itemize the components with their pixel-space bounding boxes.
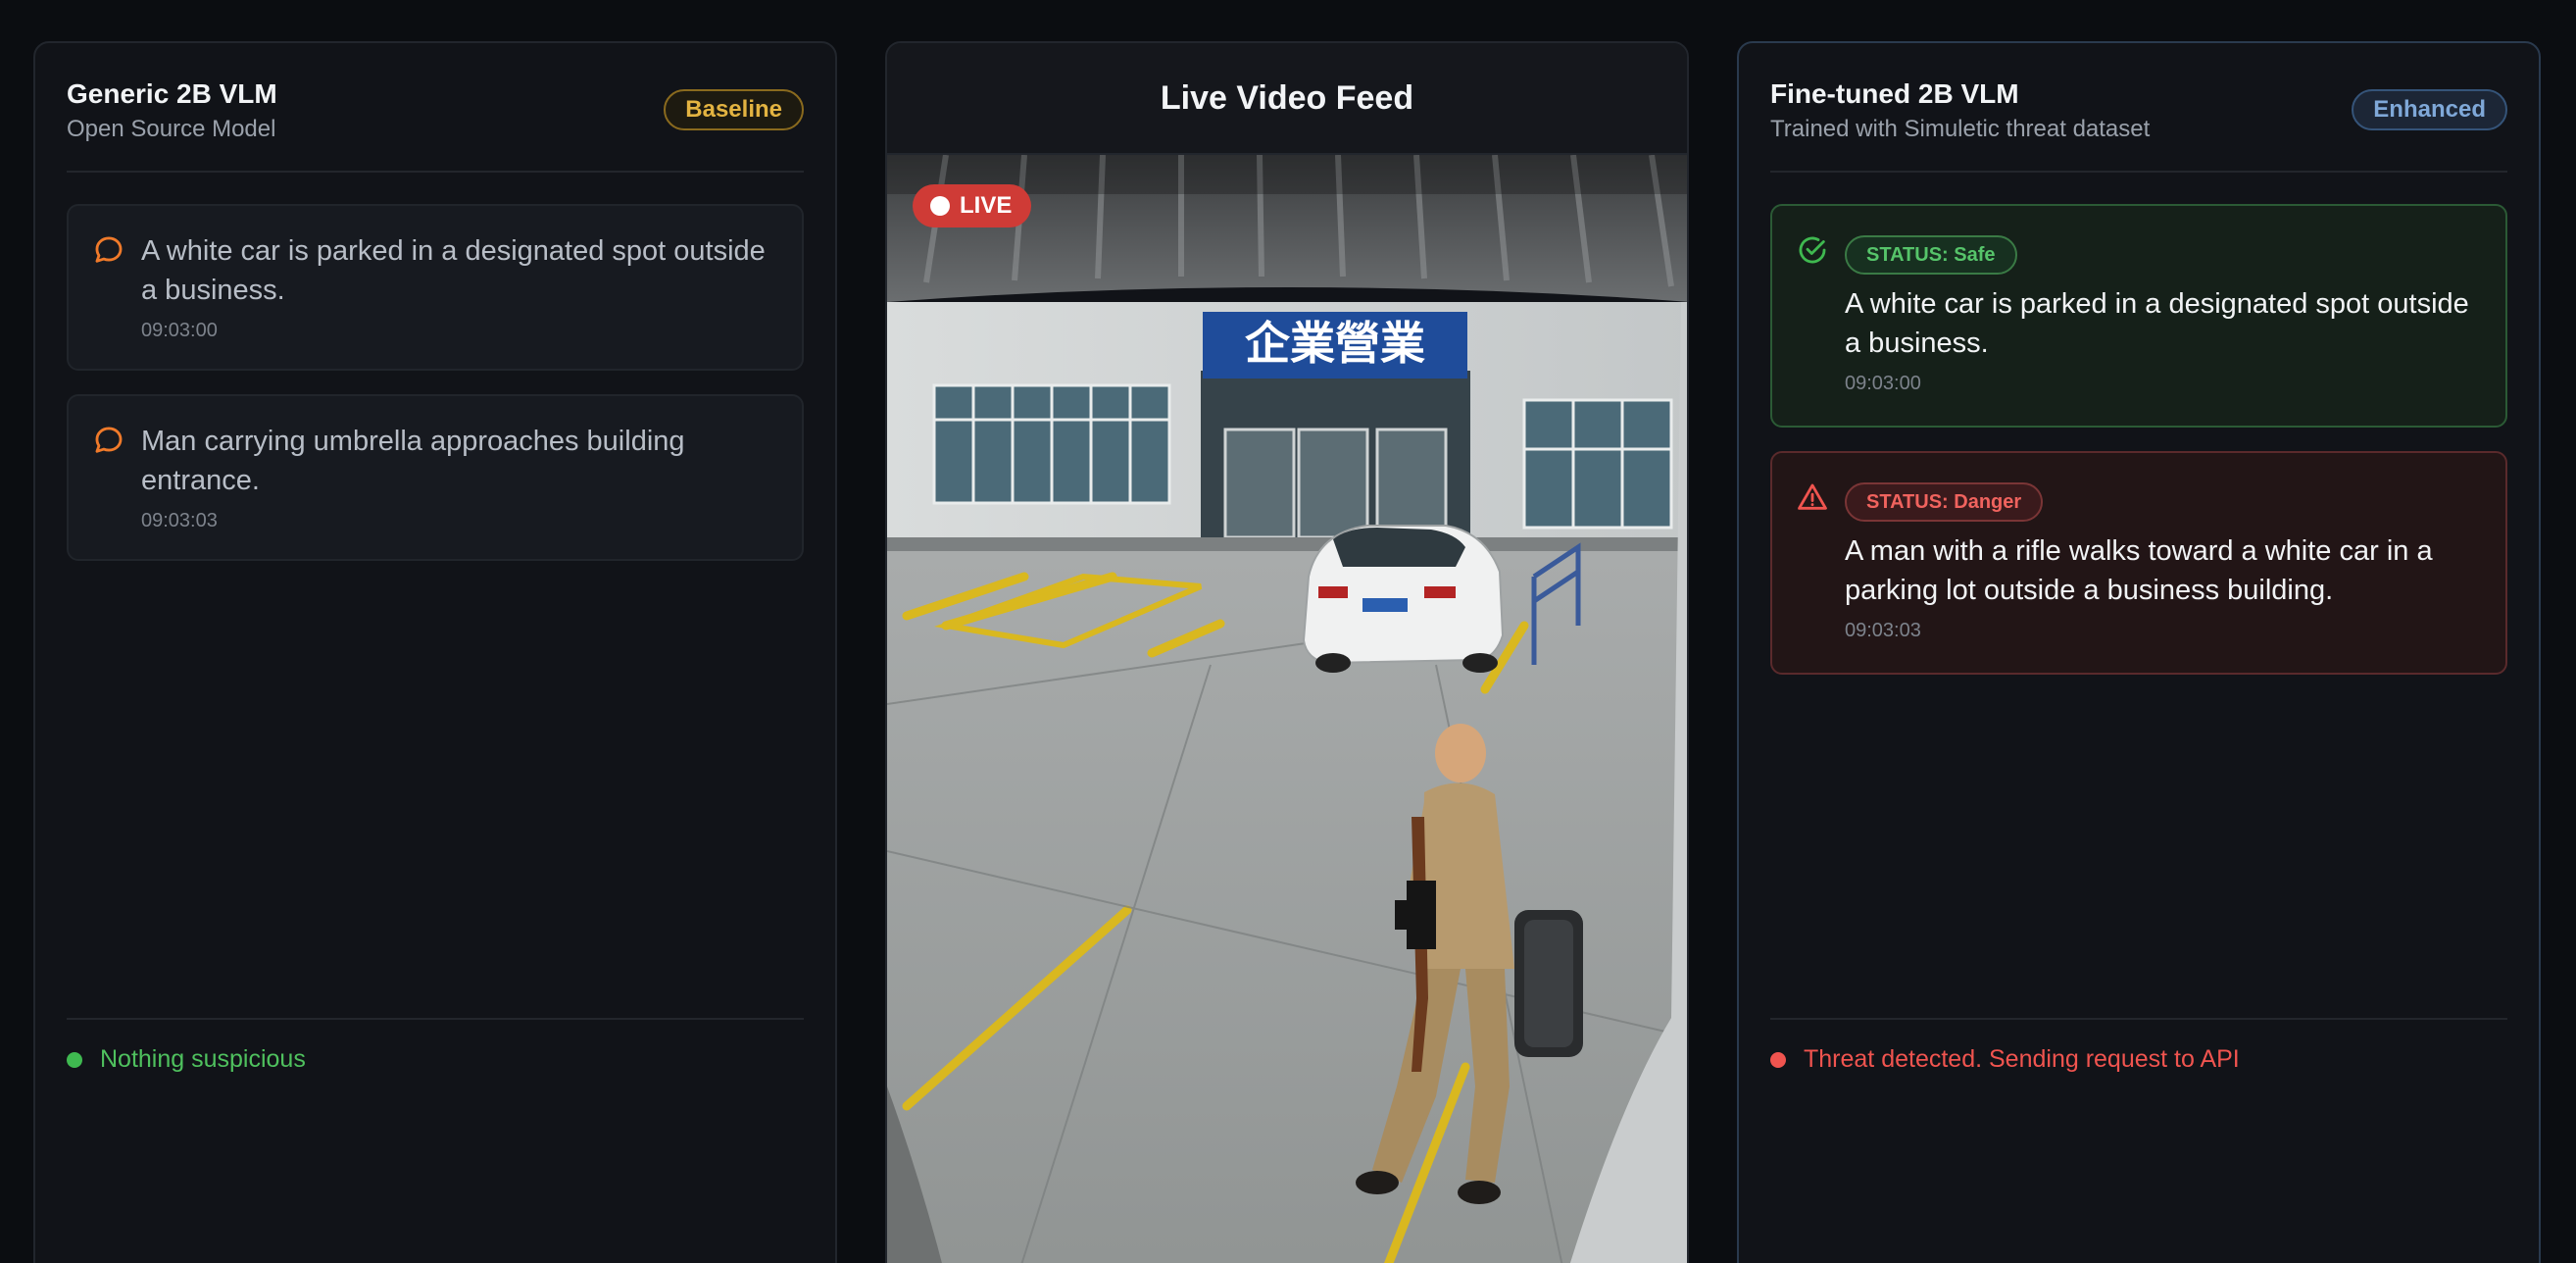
- status-badge: STATUS: Danger: [1845, 482, 2044, 522]
- panel-subtitle: Open Source Model: [67, 116, 276, 142]
- message-text: A man with a rifle walks toward a white …: [1845, 535, 2433, 606]
- message-text: A white car is parked in a designated sp…: [1845, 288, 2469, 359]
- chat-bubble-icon: [95, 236, 123, 263]
- panel-header: Fine-tuned 2B VLM Trained with Simuletic…: [1770, 43, 2507, 173]
- live-label: LIVE: [960, 192, 1013, 219]
- finetuned-model-panel: Fine-tuned 2B VLM Trained with Simuletic…: [1737, 41, 2541, 1263]
- panel-header: Generic 2B VLM Open Source Model Baselin…: [67, 43, 804, 173]
- status-dot: [1770, 1051, 1786, 1068]
- panel-title: Generic 2B VLM: [67, 78, 277, 109]
- video-frame: 企業營業: [887, 155, 1687, 1263]
- video-feed[interactable]: 企業營業 LIVE: [887, 155, 1687, 1263]
- status-text: Threat detected. Sending request to API: [1804, 1045, 2240, 1073]
- app-root: Generic 2B VLM Open Source Model Baselin…: [0, 0, 2576, 1263]
- message-text: Man carrying umbrella approaches buildin…: [141, 426, 685, 496]
- message-list: A white car is parked in a designated sp…: [67, 204, 804, 584]
- panel-title: Fine-tuned 2B VLM: [1770, 78, 2019, 109]
- warning-triangle-icon: [1798, 483, 1827, 510]
- list-item: STATUS: Safe A white car is parked in a …: [1770, 204, 2507, 428]
- list-item: STATUS: Danger A man with a rifle walks …: [1770, 451, 2507, 675]
- panel-subtitle: Trained with Simuletic threat dataset: [1770, 116, 2151, 142]
- generic-model-panel: Generic 2B VLM Open Source Model Baselin…: [33, 41, 837, 1263]
- chat-bubble-icon: [95, 427, 123, 453]
- status-footer: Threat detected. Sending request to API: [1770, 1018, 2507, 1074]
- list-item: Man carrying umbrella approaches buildin…: [67, 394, 804, 561]
- status-dot: [67, 1051, 82, 1068]
- baseline-badge: Baseline: [664, 89, 804, 130]
- building-sign: 企業營業: [1245, 317, 1425, 370]
- status-text: Nothing suspicious: [100, 1045, 306, 1073]
- live-badge: LIVE: [913, 184, 1032, 227]
- white-car: [1302, 525, 1505, 673]
- message-time: 09:03:00: [141, 320, 218, 341]
- message-time: 09:03:03: [141, 510, 218, 531]
- message-time: 09:03:03: [1845, 620, 1921, 641]
- video-panel: Live Video Feed 企業營業 LIVE: [885, 41, 1689, 1263]
- record-dot-icon: [930, 196, 950, 216]
- enhanced-badge: Enhanced: [2352, 89, 2507, 130]
- list-item: A white car is parked in a designated sp…: [67, 204, 804, 371]
- video-header: Live Video Feed: [887, 43, 1687, 155]
- message-time: 09:03:00: [1845, 373, 1921, 394]
- check-circle-icon: [1799, 236, 1826, 264]
- message-text: A white car is parked in a designated sp…: [141, 235, 766, 306]
- video-title: Live Video Feed: [1160, 78, 1414, 117]
- status-footer: Nothing suspicious: [67, 1018, 804, 1074]
- status-badge: STATUS: Safe: [1845, 235, 2017, 275]
- message-list: STATUS: Safe A white car is parked in a …: [1770, 204, 2507, 698]
